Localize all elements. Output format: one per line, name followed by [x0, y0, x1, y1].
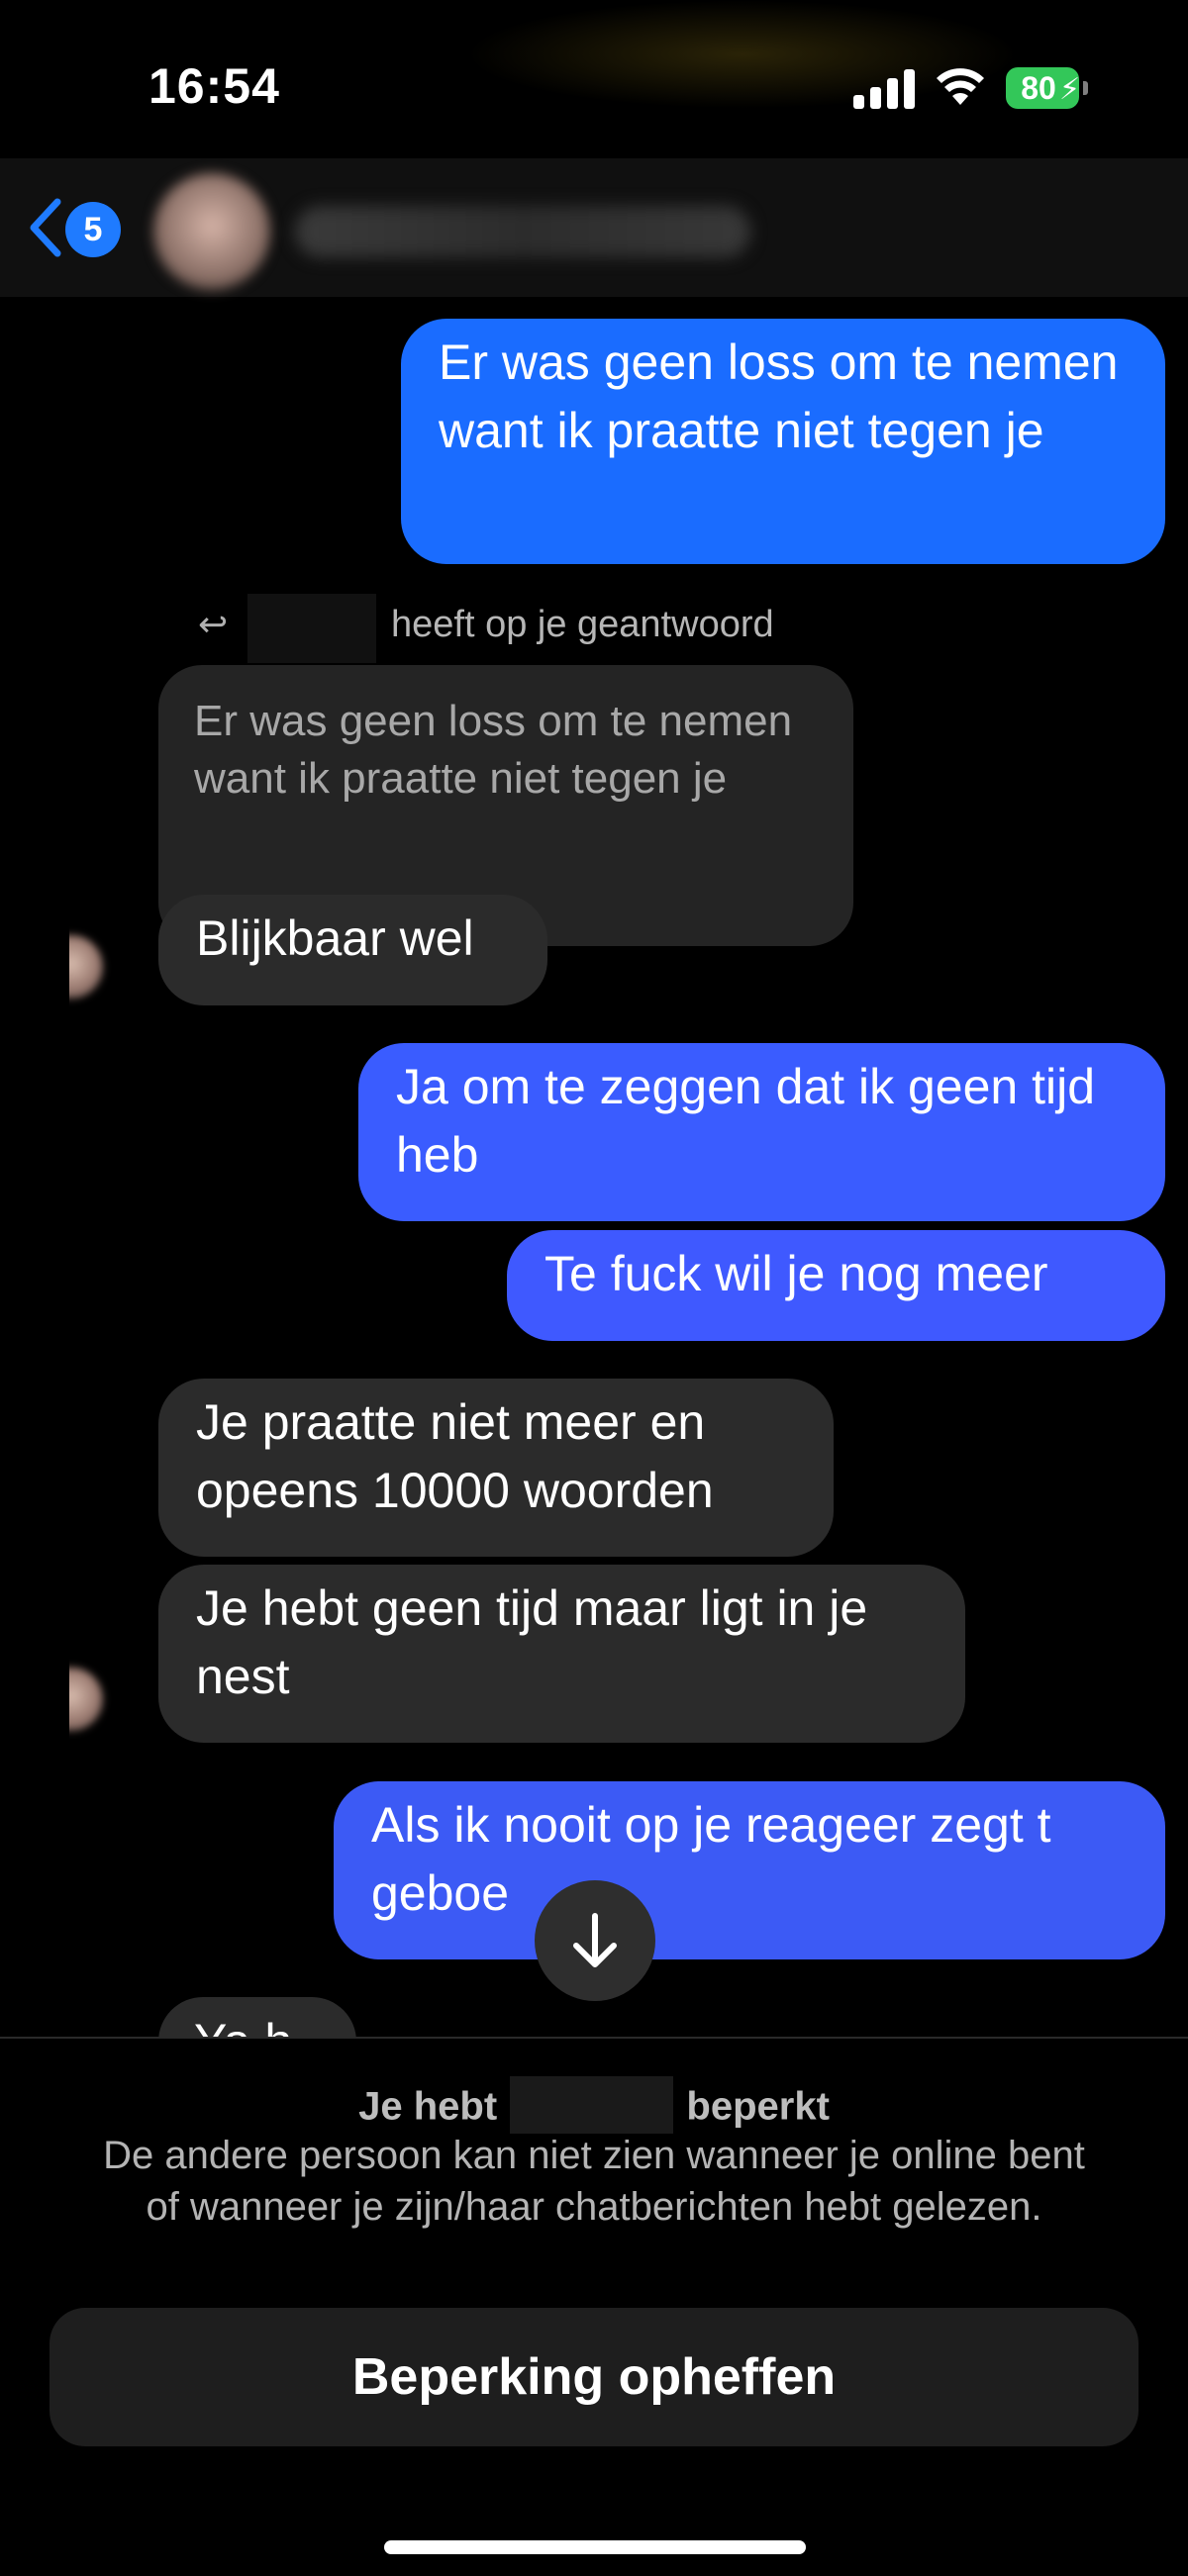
restriction-footer: Je hebt beperkt De andere persoon kan ni…	[0, 2037, 1188, 2576]
restriction-title-suffix: beperkt	[686, 2084, 830, 2129]
replier-name-redacted	[248, 594, 376, 663]
contact-avatar[interactable]	[153, 173, 270, 290]
restriction-title-prefix: Je hebt	[358, 2084, 498, 2129]
charging-bolt-icon: ⚡	[1059, 73, 1081, 106]
reply-label: heeft op je geantwoord	[391, 604, 774, 645]
avatar-redaction	[30, 896, 69, 1012]
arrow-down-icon	[573, 1913, 617, 1967]
message-received[interactable]: Je hebt geen tijd maar ligt in je nest	[158, 1565, 965, 1743]
message-sent[interactable]: Als ik nooit op je reageer zegt t geboe	[334, 1781, 1165, 1959]
unread-count-badge[interactable]: 5	[65, 202, 121, 257]
status-time: 16:54	[148, 58, 280, 114]
message-received[interactable]: Je praatte niet meer en opeens 10000 woo…	[158, 1379, 834, 1557]
wifi-icon	[937, 68, 984, 105]
battery-tip	[1083, 81, 1088, 95]
scroll-to-bottom-button[interactable]	[535, 1880, 655, 2001]
cellular-signal-icon	[853, 69, 917, 109]
unrestrict-button[interactable]: Beperking opheffen	[50, 2308, 1138, 2446]
restriction-description: De andere persoon kan niet zien wanneer …	[103, 2134, 1085, 2229]
home-indicator[interactable]	[384, 2540, 806, 2554]
message-sent[interactable]: Ja om te zeggen dat ik geen tijd heb	[358, 1043, 1165, 1221]
reply-arrow-icon: ↩	[198, 604, 229, 644]
battery-icon: 80 ⚡	[1006, 67, 1088, 109]
status-bar: 16:54 80 ⚡	[0, 0, 1188, 158]
message-sent[interactable]: Te fuck wil je nog meer	[507, 1230, 1165, 1341]
chat-header: 5	[0, 158, 1188, 297]
avatar-redaction	[30, 1628, 69, 1745]
message-received[interactable]: Blijkbaar wel	[158, 895, 547, 1005]
message-sent[interactable]: Er was geen loss om te nemen want ik pra…	[401, 319, 1165, 564]
chevron-left-icon[interactable]	[28, 198, 65, 257]
contact-name-redacted[interactable]	[295, 206, 750, 257]
restricted-name-redacted	[510, 2076, 674, 2134]
